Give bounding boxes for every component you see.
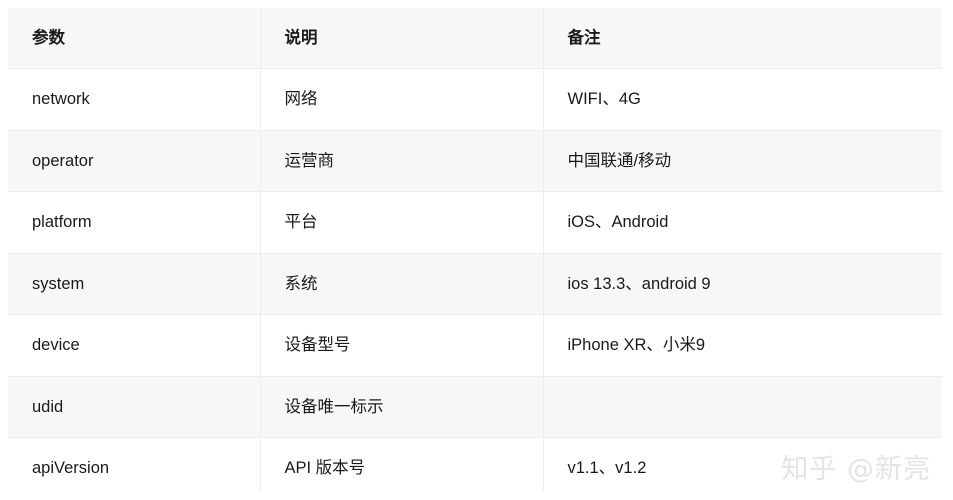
cell-desc: API 版本号 xyxy=(260,437,544,492)
cell-param: udid xyxy=(8,376,261,438)
cell-remark: ios 13.3、android 9 xyxy=(543,253,942,315)
cell-param: apiVersion xyxy=(8,437,261,492)
table-header: 参数 说明 备注 xyxy=(8,8,942,69)
cell-remark: iOS、Android xyxy=(543,191,942,254)
parameter-table: 参数 说明 备注 network 网络 WIFI、4G operator 运营商… xyxy=(8,8,942,492)
cell-param: network xyxy=(8,68,261,131)
cell-remark: v1.1、v1.2 xyxy=(543,437,942,492)
cell-remark: iPhone XR、小米9 xyxy=(543,314,942,377)
cell-param: system xyxy=(8,253,261,315)
cell-desc: 运营商 xyxy=(260,130,544,192)
cell-remark: 中国联通/移动 xyxy=(543,130,942,192)
table-header-row: 参数 说明 备注 xyxy=(8,8,942,69)
cell-desc: 设备唯一标示 xyxy=(260,376,544,438)
cell-param: operator xyxy=(8,130,261,192)
cell-desc: 网络 xyxy=(260,68,544,131)
cell-remark xyxy=(543,376,942,438)
table-row: system 系统 ios 13.3、android 9 xyxy=(8,253,942,315)
table-row: operator 运营商 中国联通/移动 xyxy=(8,130,942,192)
cell-desc: 系统 xyxy=(260,253,544,315)
cell-param: device xyxy=(8,314,261,377)
table-row: apiVersion API 版本号 v1.1、v1.2 xyxy=(8,437,942,492)
column-header-remark: 备注 xyxy=(543,8,942,69)
table-body: network 网络 WIFI、4G operator 运营商 中国联通/移动 … xyxy=(8,68,942,492)
cell-desc: 设备型号 xyxy=(260,314,544,377)
table-row: network 网络 WIFI、4G xyxy=(8,68,942,131)
cell-remark: WIFI、4G xyxy=(543,68,942,131)
column-header-desc: 说明 xyxy=(260,8,544,69)
parameter-table-container: 参数 说明 备注 network 网络 WIFI、4G operator 运营商… xyxy=(8,8,942,492)
table-row: device 设备型号 iPhone XR、小米9 xyxy=(8,314,942,377)
table-row: udid 设备唯一标示 xyxy=(8,376,942,438)
table-row: platform 平台 iOS、Android xyxy=(8,191,942,254)
column-header-param: 参数 xyxy=(8,8,261,69)
cell-desc: 平台 xyxy=(260,191,544,254)
cell-param: platform xyxy=(8,191,261,254)
